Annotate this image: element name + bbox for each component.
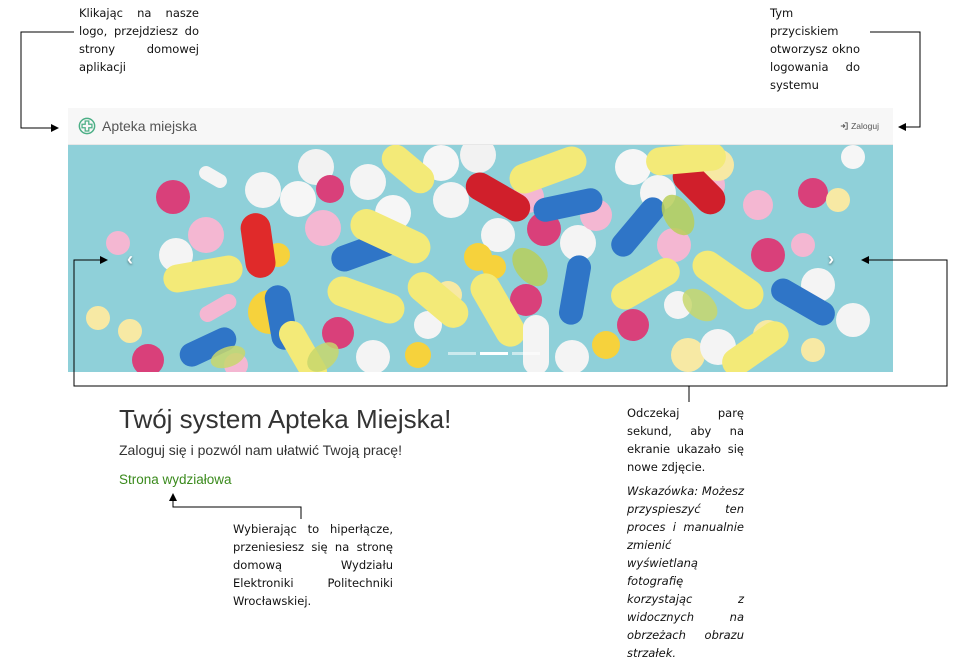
login-annotation: Tym przyciskiem otworzysz okno logowania…: [770, 6, 860, 92]
carousel-image: [68, 145, 893, 372]
carousel-next-button[interactable]: ›: [821, 245, 841, 273]
navbar: Apteka miejska Zaloguj: [68, 108, 893, 145]
logo-annotation: Klikając na nasze logo, przejdziesz do s…: [79, 6, 199, 74]
link-annotation: Wybierając to hiperłącze, przeniesiesz s…: [233, 522, 393, 608]
carousel-indicator[interactable]: [512, 352, 540, 355]
faculty-link[interactable]: Strona wydziałowa: [119, 472, 232, 487]
login-button[interactable]: Zaloguj: [840, 121, 879, 131]
chevron-right-icon: ›: [828, 249, 834, 269]
carousel-indicators: [448, 352, 540, 355]
carousel-indicator-active[interactable]: [480, 352, 508, 355]
page-subtitle: Zaloguj się i pozwól nam ułatwić Twoją p…: [119, 442, 402, 458]
carousel-tip-annotation: Wskazówka: Możesz przyspieszyć ten proce…: [627, 484, 744, 660]
carousel-prev-button[interactable]: ‹: [120, 245, 140, 273]
carousel-indicator[interactable]: [448, 352, 476, 355]
sign-in-icon: [840, 122, 848, 130]
login-label: Zaloguj: [851, 121, 879, 131]
chevron-left-icon: ‹: [127, 249, 133, 269]
carousel-annotation: Odczekaj parę sekund, aby na ekranie uka…: [627, 406, 744, 474]
page-title: Twój system Apteka Miejska!: [119, 404, 452, 434]
brand-name: Apteka miejska: [102, 118, 197, 134]
medical-cross-icon: [78, 117, 96, 135]
carousel: ‹ ›: [68, 145, 893, 372]
brand-logo-link[interactable]: Apteka miejska: [78, 117, 197, 135]
